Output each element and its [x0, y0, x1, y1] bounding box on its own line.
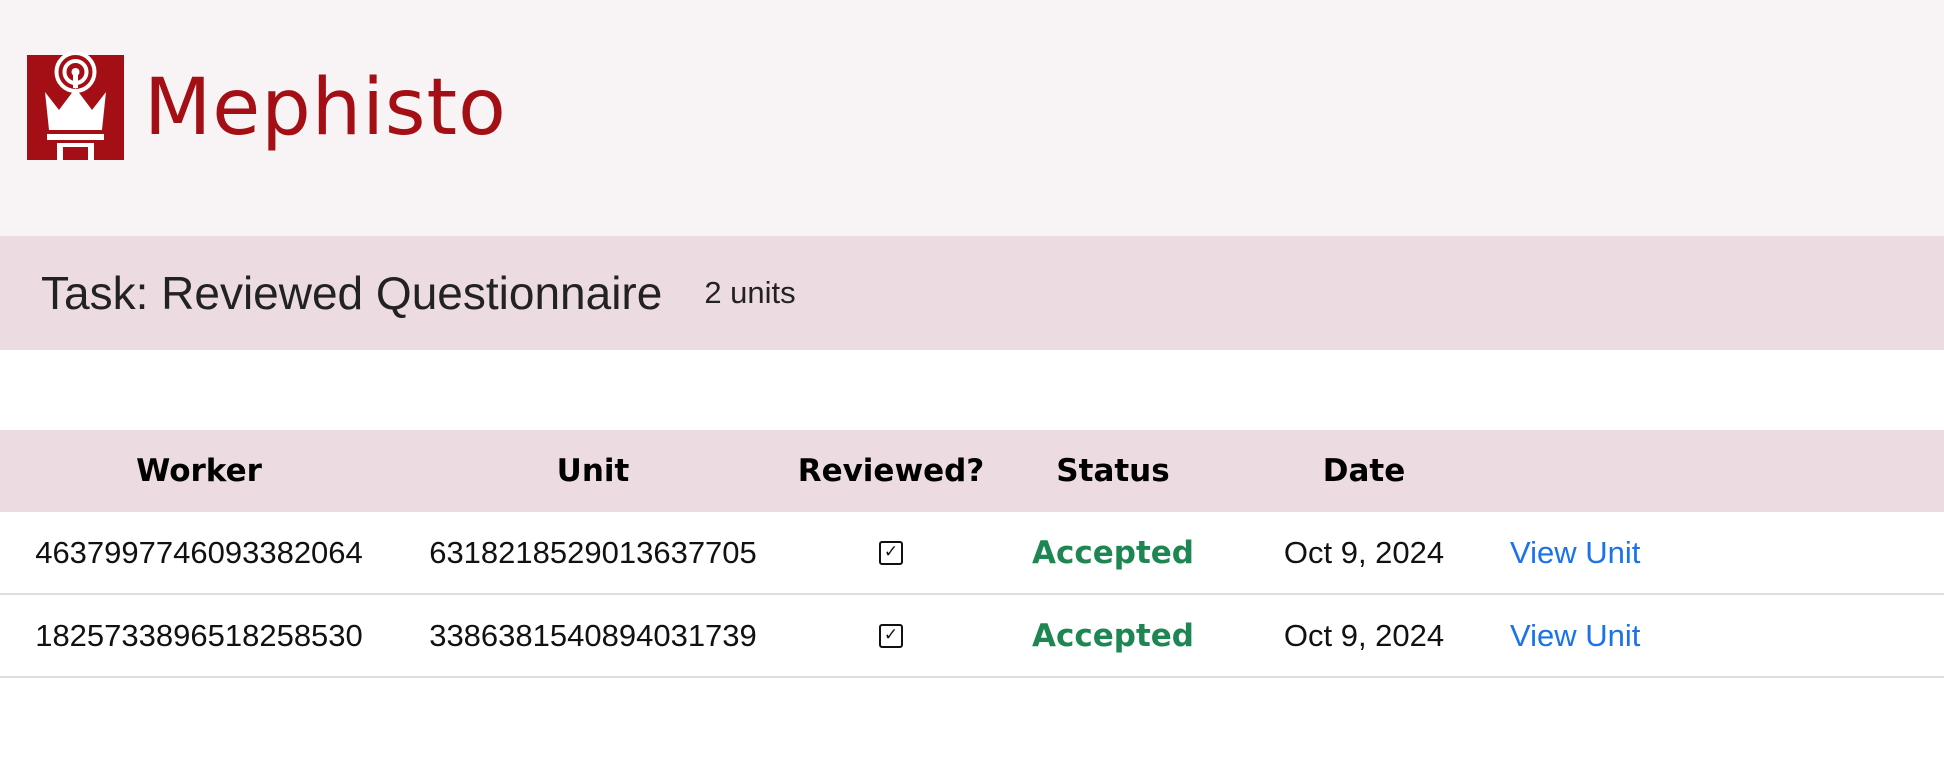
column-header-status: Status	[1056, 453, 1170, 489]
page-title: Task: Reviewed Questionnaire	[41, 267, 663, 319]
unit-id: 6318218529013637705	[429, 534, 757, 570]
table-row: 1825733896518258530 3386381540894031739 …	[0, 595, 1944, 678]
task-header: Task: Reviewed Questionnaire 2 units	[0, 236, 1944, 350]
worker-id: 1825733896518258530	[35, 617, 363, 653]
view-unit-link[interactable]: View Unit	[1510, 618, 1640, 654]
date-cell: Oct 9, 2024	[1283, 534, 1445, 570]
checkbox-checked-icon: ✓	[879, 623, 903, 648]
status-badge: Accepted	[1032, 534, 1194, 571]
column-header-date: Date	[1322, 453, 1406, 489]
table-row: 4637997746093382064 6318218529013637705 …	[0, 512, 1944, 595]
checkbox-checked-icon: ✓	[879, 540, 903, 565]
status-badge: Accepted	[1032, 617, 1194, 654]
app-header: Mephisto	[0, 0, 1944, 236]
crown-broadcast-icon	[27, 52, 124, 160]
logo[interactable]: Mephisto	[27, 52, 507, 160]
column-header-unit: Unit	[556, 453, 630, 489]
column-header-reviewed: Reviewed?	[797, 453, 985, 489]
reviewed-cell: ✓	[788, 512, 994, 593]
status-cell: Accepted	[994, 595, 1232, 676]
action-cell: View Unit	[1496, 512, 1810, 593]
unit-count: 2 units	[704, 275, 796, 310]
action-cell: View Unit	[1496, 595, 1810, 676]
view-unit-link[interactable]: View Unit	[1510, 535, 1640, 571]
unit-id: 3386381540894031739	[429, 617, 757, 653]
units-table: Worker Unit Reviewed? Status Date 463799…	[0, 430, 1944, 678]
reviewed-cell: ✓	[788, 595, 994, 676]
table-header-row: Worker Unit Reviewed? Status Date	[0, 430, 1944, 512]
date-cell: Oct 9, 2024	[1283, 617, 1445, 653]
column-header-worker: Worker	[136, 453, 262, 489]
app-name: Mephisto	[144, 63, 507, 153]
status-cell: Accepted	[994, 512, 1232, 593]
worker-id: 4637997746093382064	[35, 534, 363, 570]
